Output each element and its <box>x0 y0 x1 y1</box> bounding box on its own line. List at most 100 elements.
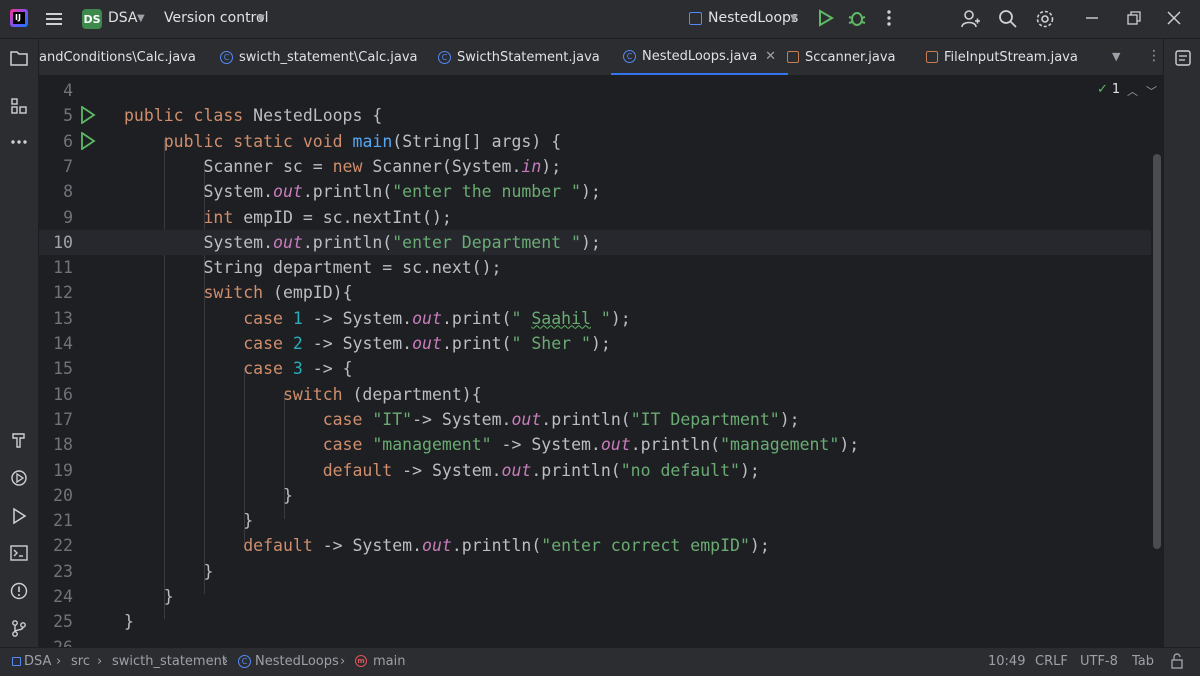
search-icon <box>999 10 1017 28</box>
code-text: default -> System.out.println("no defaul… <box>322 460 760 480</box>
chevron-down-icon[interactable]: ▼ <box>790 13 798 24</box>
code-line[interactable]: 16 switch (department){ <box>39 382 1151 407</box>
breadcrumb-method[interactable]: main <box>373 654 405 669</box>
structure-tool-button[interactable] <box>8 95 30 117</box>
code-line[interactable]: 13 case 1 -> System.out.print(" Saahil "… <box>39 306 1151 331</box>
run-button[interactable] <box>816 9 834 31</box>
code-line[interactable]: 8 System.out.println("enter the number "… <box>39 179 1151 204</box>
code-line[interactable]: 23 } <box>39 559 1151 584</box>
tab-swicthstatement[interactable]: C SwicthStatement.java <box>438 39 600 75</box>
code-text: public static void main(String[] args) { <box>163 131 562 151</box>
indent-setting[interactable]: Tab <box>1132 654 1154 669</box>
run-config-icon <box>689 12 702 25</box>
code-line[interactable]: 4 <box>39 78 1151 103</box>
breadcrumb-src[interactable]: src <box>71 654 90 669</box>
code-line[interactable]: 18 case "management" -> System.out.print… <box>39 432 1151 457</box>
code-line[interactable]: 24 } <box>39 584 1151 609</box>
lock-icon[interactable] <box>1170 653 1184 673</box>
code-text: } <box>124 561 214 581</box>
debug-button[interactable] <box>848 9 866 31</box>
caret-position[interactable]: 10:49 <box>988 654 1025 669</box>
gutter-run-icon[interactable] <box>80 106 96 125</box>
code-line[interactable]: 22 default -> System.out.println("enter … <box>39 533 1151 558</box>
code-text: case "IT"-> System.out.println("IT Depar… <box>322 409 800 429</box>
code-text: } <box>124 587 174 606</box>
breadcrumb-package[interactable]: swicth_statement <box>112 654 227 669</box>
code-line[interactable]: 14 case 2 -> System.out.print(" Sher "); <box>39 331 1151 356</box>
code-text: switch (empID){ <box>203 283 353 303</box>
close-window-button[interactable] <box>1165 9 1183 31</box>
main-menu-button[interactable] <box>42 8 66 30</box>
more-actions-button[interactable] <box>880 9 898 31</box>
search-everywhere-button[interactable] <box>998 9 1018 33</box>
gutter-run-icon[interactable] <box>80 131 96 150</box>
code-line[interactable]: 25} <box>39 609 1151 634</box>
code-line[interactable]: 10 System.out.println("enter Department … <box>39 229 1151 255</box>
code-line[interactable]: 21 } <box>39 508 1151 533</box>
line-number: 4 <box>63 81 73 100</box>
project-name[interactable]: DSA <box>108 10 138 26</box>
code-with-me-button[interactable] <box>960 9 980 33</box>
code-text: System.out.println("enter Department "); <box>124 232 601 252</box>
breadcrumb-dsa[interactable]: DSA <box>24 654 51 669</box>
code-editor[interactable]: ✓ 1 ︿ ﹀ 4 5 public class NestedLoops {6 pu… <box>39 76 1163 647</box>
tab-nestedloops[interactable]: C NestedLoops.java ✕ <box>611 39 789 75</box>
code-line[interactable]: 19 default -> System.out.println("no def… <box>39 458 1151 483</box>
services-tool-button[interactable] <box>8 467 30 489</box>
run-config-selector[interactable]: NestedLoops <box>708 10 798 26</box>
vertical-scrollbar[interactable] <box>1153 154 1161 549</box>
git-tool-button[interactable] <box>8 617 30 639</box>
terminal-tool-button[interactable] <box>8 542 30 564</box>
tab-swicth-statement-calc[interactable]: C swicth_statement\Calc.java <box>220 39 417 75</box>
code-line[interactable]: 17 case "IT"-> System.out.println("IT De… <box>39 407 1151 432</box>
settings-button[interactable] <box>1035 9 1055 33</box>
chevron-down-icon[interactable]: ▼ <box>137 13 145 24</box>
more-tools-button[interactable] <box>8 131 30 153</box>
code-line[interactable]: 12 switch (empID){ <box>39 280 1151 305</box>
code-line[interactable]: 7 Scanner sc = new Scanner(System.in); <box>39 154 1151 179</box>
code-line[interactable]: 5 public class NestedLoops { <box>39 103 1151 128</box>
class-icon: C <box>238 655 251 668</box>
code-text: default -> System.out.println("enter cor… <box>243 536 770 556</box>
chevron-down-icon[interactable]: ▼ <box>257 13 265 24</box>
file-encoding[interactable]: UTF-8 <box>1080 654 1118 669</box>
notifications-tool-button[interactable] <box>1172 47 1194 69</box>
debug-bug-icon <box>848 12 866 26</box>
code-line[interactable]: 11 String department = sc.next(); <box>39 255 1151 280</box>
line-separator[interactable]: CRLF <box>1035 654 1068 669</box>
code-text: int empID = sc.nextInt(); <box>203 207 452 227</box>
line-number: 15 <box>53 359 73 379</box>
git-branch-icon <box>12 620 26 637</box>
run-tool-button[interactable] <box>8 505 30 527</box>
user-add-icon <box>961 10 980 28</box>
method-icon: m <box>355 655 367 667</box>
minimize-button[interactable] <box>1083 9 1101 31</box>
chevron-down-icon[interactable]: ▼ <box>1112 50 1120 63</box>
tab-sccanner[interactable]: Sccanner.java <box>787 39 896 75</box>
code-line[interactable]: 26 <box>39 635 1151 647</box>
project-tool-button[interactable] <box>8 47 30 69</box>
breadcrumb-class[interactable]: NestedLoops <box>255 654 339 669</box>
build-tool-button[interactable] <box>8 429 30 451</box>
code-text: } <box>124 612 134 632</box>
chevron-right-icon: › <box>223 654 229 669</box>
restore-button[interactable] <box>1125 9 1143 31</box>
line-number: 5 <box>63 106 73 126</box>
problems-tool-button[interactable] <box>8 580 30 602</box>
class-icon: C <box>623 49 636 63</box>
status-bar: DSA › src › swicth_statement › C NestedL… <box>0 647 1200 676</box>
structure-icon <box>11 98 27 114</box>
tab-options-button[interactable]: ⋮ <box>1147 48 1161 64</box>
version-control-menu[interactable]: Version control <box>164 10 268 26</box>
line-number: 16 <box>53 384 73 404</box>
line-number: 18 <box>53 435 73 455</box>
close-tab-icon[interactable]: ✕ <box>765 49 776 64</box>
code-line[interactable]: 9 int empID = sc.nextInt(); <box>39 205 1151 230</box>
code-line[interactable]: 6 public static void main(String[] args)… <box>39 129 1151 154</box>
code-text: case 2 -> System.out.print(" Sher "); <box>243 334 611 353</box>
tab-andconditions-calc[interactable]: andConditions\Calc.java <box>39 39 196 75</box>
project-badge[interactable]: DS <box>82 9 102 29</box>
tab-fileinputstream[interactable]: FileInputStream.java <box>926 39 1078 75</box>
code-line[interactable]: 15 case 3 -> { <box>39 356 1151 381</box>
code-line[interactable]: 20 } <box>39 483 1151 508</box>
